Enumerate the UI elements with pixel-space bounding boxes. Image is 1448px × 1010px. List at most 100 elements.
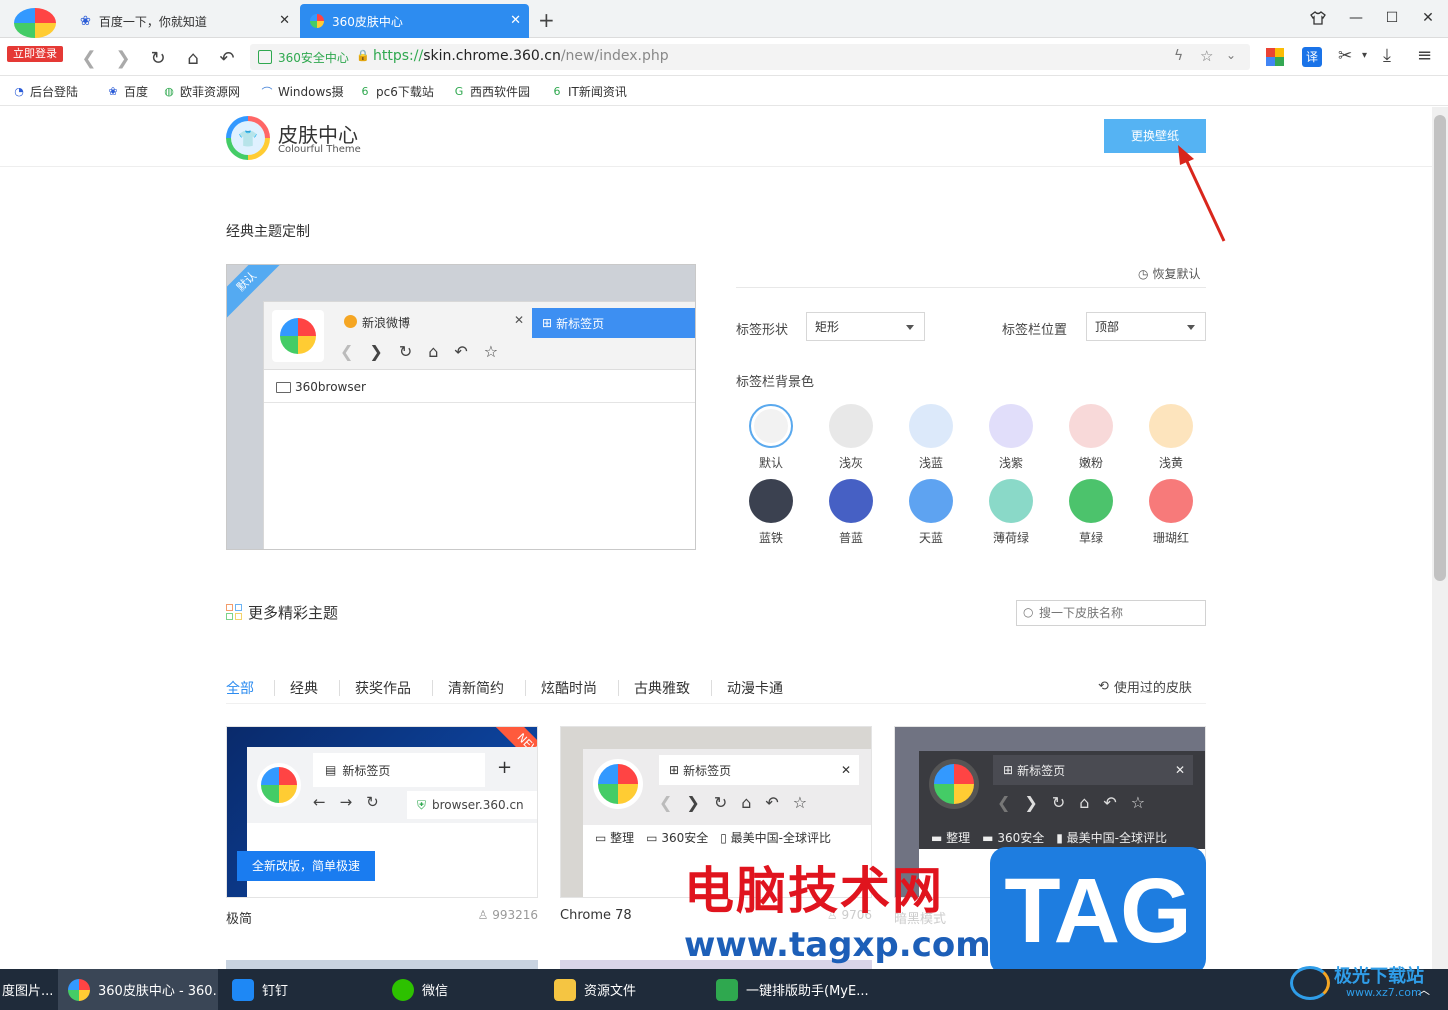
tab-360-skin[interactable]: 360皮肤中心 ✕ — [300, 4, 529, 38]
preview-folder-label: 360browser — [295, 380, 366, 394]
card-logo-icon — [929, 759, 979, 809]
skin-center-logo-icon[interactable]: 👕 — [226, 116, 270, 160]
category-tab[interactable]: 经典 — [290, 678, 318, 698]
new-tab-plus-icon[interactable]: + — [538, 8, 555, 32]
close-tab-icon[interactable]: ✕ — [510, 13, 521, 28]
bookmark-item[interactable]: 6 pc6下载站 — [358, 83, 434, 100]
category-tab[interactable]: 清新简约 — [448, 678, 504, 698]
bm-page: ▯ 最美中国-全球评比 — [720, 831, 831, 845]
taskbar-item[interactable]: 资源文件 — [544, 969, 704, 1010]
url-text[interactable]: https://skin.chrome.360.cn/new/index.php — [373, 48, 669, 64]
card-logo-icon — [593, 759, 643, 809]
taskbar-item[interactable]: 微信 — [382, 969, 542, 1010]
lightning-icon[interactable]: ϟ — [1174, 48, 1183, 64]
watermark-url: www.tagxp.com — [684, 925, 991, 965]
category-tab[interactable]: 全部 — [226, 678, 254, 698]
color-swatch[interactable] — [1069, 479, 1113, 523]
color-swatch[interactable] — [829, 479, 873, 523]
tab-baidu[interactable]: ❀ 百度一下，你就知道 ✕ — [70, 4, 298, 38]
corner-watermark: 极光下载站 www.xz7.com — [1290, 960, 1440, 1006]
login-badge[interactable]: 立即登录 — [7, 46, 63, 62]
bookmark-item[interactable]: G 西西软件园 — [452, 83, 530, 100]
taskbar-item[interactable]: 钉钉 — [222, 969, 382, 1010]
bookmark-item[interactable]: ⌒ Windows摄 — [260, 83, 344, 100]
browser-logo-icon[interactable] — [14, 8, 56, 38]
skin-search-box[interactable]: ○ — [1016, 600, 1206, 626]
color-swatch[interactable] — [989, 479, 1033, 523]
skin-shirt-icon[interactable] — [1308, 8, 1328, 28]
tab-shape-select[interactable]: 矩形 — [806, 312, 925, 341]
page-content: 👕 皮肤中心 Colourful Theme 更换壁纸 经典主题定制 默认 新浪… — [0, 107, 1432, 969]
color-swatch[interactable] — [1069, 404, 1113, 448]
bookmark-item[interactable]: ◔ 后台登陆 — [12, 83, 78, 100]
taskbar-item-active[interactable]: 360皮肤中心 - 360... — [58, 969, 218, 1010]
color-swatch[interactable] — [1149, 404, 1193, 448]
address-bar[interactable]: 360安全中心 🔒 https://skin.chrome.360.cn/new… — [250, 44, 1250, 70]
back-arrow-icon[interactable]: ❮ — [78, 47, 100, 69]
bookmark-item[interactable]: ◍ 欧菲资源网 — [162, 83, 240, 100]
scrollbar-thumb[interactable] — [1434, 115, 1446, 581]
forward-arrow-icon[interactable]: ❯ — [112, 47, 134, 69]
color-swatch[interactable] — [909, 404, 953, 448]
taskbar-item[interactable]: 度图片... — [0, 969, 56, 1010]
section-heading: 经典主题定制 — [226, 224, 310, 240]
color-swatch[interactable] — [749, 404, 793, 448]
card-name[interactable]: 极简 — [226, 908, 252, 927]
color-swatch[interactable] — [1149, 479, 1193, 523]
grid-icon: ⊞ — [669, 763, 680, 777]
skin-search-input[interactable] — [1039, 604, 1199, 622]
color-swatch[interactable] — [989, 404, 1033, 448]
wechat-icon — [392, 978, 414, 1001]
used-skins-link[interactable]: ⟲ 使用过的皮肤 — [1098, 677, 1192, 696]
color-swatch[interactable] — [749, 479, 793, 523]
red-pointer-arrow — [1178, 145, 1226, 242]
taskbar-label: 微信 — [422, 984, 449, 999]
bookmark-item[interactable]: ❀ 百度 — [106, 83, 148, 100]
color-swatch[interactable] — [909, 479, 953, 523]
card-usage-count: ♙ 993216 — [438, 908, 538, 922]
preview-window: 新浪微博 ✕ ⊞ 新标签页 ❮❯↻⌂↶☆ 360browser — [263, 301, 695, 549]
chevron-down-icon[interactable]: ▾ — [1362, 50, 1367, 61]
category-tab[interactable]: 炫酷时尚 — [541, 678, 597, 698]
bm-label: 360安全 — [661, 831, 709, 845]
category-tab[interactable]: 古典雅致 — [634, 678, 690, 698]
card-url: browser.360.cn — [432, 798, 524, 812]
watermark-title: 电脑技术网 — [684, 862, 944, 920]
color-swatch-label: 普蓝 — [838, 531, 863, 545]
pc6-icon: 6 — [361, 85, 369, 98]
taskbar-item[interactable]: 一键排版助手(MyE... — [706, 969, 886, 1010]
restore-default-link[interactable]: ◷ 恢复默认 — [1138, 265, 1201, 282]
security-label[interactable]: 360安全中心 — [278, 49, 349, 66]
url-path: /new/index.php — [560, 48, 669, 64]
translate-icon[interactable]: 译 — [1302, 47, 1322, 67]
close-tab-icon[interactable]: ✕ — [279, 13, 290, 28]
tab-position-select[interactable]: 顶部 — [1086, 312, 1206, 341]
baidu-paw-icon: ❀ — [108, 85, 118, 98]
category-tab[interactable]: 动漫卡通 — [727, 678, 783, 698]
chevron-down-icon[interactable]: ⌄ — [1226, 48, 1236, 62]
corner-watermark-title: 极光下载站 — [1334, 966, 1424, 987]
minimize-icon[interactable]: — — [1346, 8, 1366, 28]
home-icon[interactable]: ⌂ — [182, 47, 204, 69]
color-swatch[interactable] — [829, 404, 873, 448]
scissors-icon[interactable]: ✂ — [1338, 46, 1352, 66]
theme-card-peek[interactable] — [226, 960, 538, 969]
download-icon[interactable]: ⤓ — [1383, 45, 1391, 66]
bookmark-item[interactable]: 6 IT新闻资讯 — [550, 83, 627, 100]
theme-card-jijian[interactable]: NEW ▤ 新标签页 + ←→↻ ⛨ browser.360.cn 全新改版，简单极… — [226, 726, 538, 898]
site-icon: G — [454, 85, 464, 98]
apps-grid-icon[interactable] — [1266, 48, 1284, 66]
card-name[interactable]: Chrome 78 — [560, 908, 632, 923]
maximize-icon[interactable]: ☐ — [1382, 8, 1402, 28]
favorite-star-icon[interactable]: ☆ — [1200, 47, 1213, 65]
menu-hamburger-icon[interactable]: ≡ — [1417, 45, 1432, 66]
undo-close-icon[interactable]: ↶ — [216, 47, 238, 69]
reload-icon[interactable]: ↻ — [147, 47, 169, 69]
bm-label: 最美中国-全球评比 — [730, 831, 831, 845]
card-nav-icons: ❮❯↻⌂↶☆ — [659, 793, 822, 812]
close-window-icon[interactable]: ✕ — [1418, 8, 1438, 28]
category-separator — [618, 680, 619, 696]
tag-text: TAG — [1004, 860, 1192, 962]
category-tab[interactable]: 获奖作品 — [355, 678, 411, 698]
lock-icon: 🔒 — [356, 49, 370, 62]
